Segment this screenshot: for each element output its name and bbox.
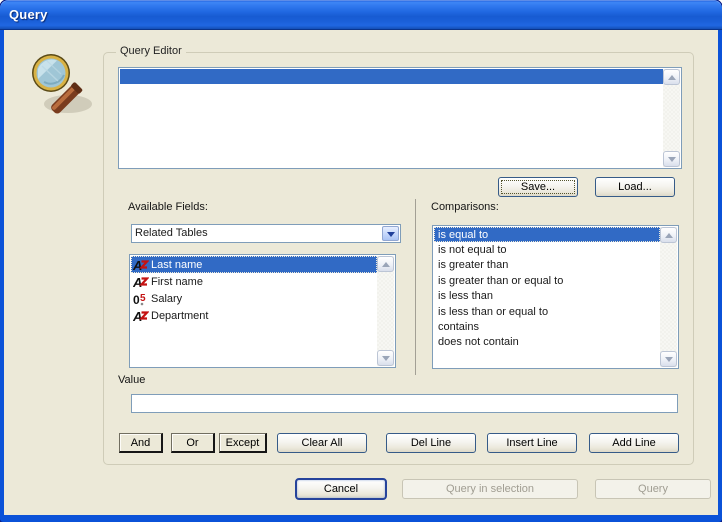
query-lines-scrollbar[interactable] <box>663 69 680 167</box>
load-button[interactable]: Load... <box>595 177 675 197</box>
comparison-label: does not contain <box>438 336 519 349</box>
comparison-row[interactable]: is less than or equal to <box>434 304 660 319</box>
field-name: Department <box>151 309 209 322</box>
scroll-up-arrow-icon <box>667 75 676 80</box>
dialog-body: Query Editor Save... Load... Available F… <box>4 30 718 515</box>
svg-text:A: A <box>133 309 142 323</box>
fields-rows: A Last name A First name 0 5 Salary A Department <box>131 256 377 366</box>
comparisons-rows: is equal to is not equal to is greater tha… <box>434 227 660 367</box>
query-editor-group-label: Query Editor <box>116 45 186 57</box>
tables-combobox[interactable]: Related Tables <box>131 224 401 243</box>
scroll-down-button[interactable] <box>663 151 680 167</box>
svg-text:A: A <box>133 258 142 272</box>
scroll-up-arrow-icon <box>664 233 673 238</box>
value-label: Value <box>118 374 146 386</box>
comparison-label: is less than <box>438 290 494 303</box>
comparison-row[interactable]: contains <box>434 319 660 334</box>
comparison-label: is greater than <box>438 259 509 272</box>
scroll-up-button[interactable] <box>663 69 680 85</box>
chevron-down-icon <box>386 232 395 237</box>
comparison-label: is not equal to <box>438 244 507 257</box>
cancel-button[interactable]: Cancel <box>295 478 387 500</box>
alpha-field-icon: A <box>133 258 149 272</box>
value-input[interactable] <box>131 394 678 413</box>
insert-line-button[interactable]: Insert Line <box>487 433 577 453</box>
field-name: First name <box>151 275 203 288</box>
comparison-row[interactable]: does not contain <box>434 335 660 350</box>
field-name: Last name <box>151 258 203 271</box>
svg-text:0: 0 <box>133 293 140 306</box>
scroll-down-arrow-icon <box>664 357 673 362</box>
comparison-row[interactable]: is less than <box>434 289 660 304</box>
scroll-down-button[interactable] <box>660 351 677 367</box>
comparison-label: is equal to <box>438 228 489 241</box>
query-line-selected-row[interactable] <box>120 69 663 84</box>
tables-combobox-value: Related Tables <box>135 227 208 239</box>
field-row[interactable]: A First name <box>131 273 377 290</box>
comparison-label: contains <box>438 321 479 334</box>
scroll-down-arrow-icon <box>667 157 676 162</box>
scroll-down-button[interactable] <box>377 350 394 366</box>
scroll-down-arrow-icon <box>381 356 390 361</box>
alpha-field-icon: A <box>133 309 149 323</box>
vertical-divider <box>415 199 416 375</box>
comparison-row[interactable]: is greater than or equal to <box>434 273 660 288</box>
svg-text:5: 5 <box>140 293 146 304</box>
except-button[interactable]: Except <box>219 433 267 453</box>
query-in-selection-button[interactable]: Query in selection <box>402 479 578 499</box>
field-row[interactable]: A Last name <box>131 256 377 273</box>
del-line-button[interactable]: Del Line <box>386 433 476 453</box>
comparison-row[interactable]: is greater than <box>434 258 660 273</box>
scroll-up-button[interactable] <box>377 256 394 272</box>
comparison-label: is greater than or equal to <box>438 274 564 287</box>
field-name: Salary <box>151 292 183 305</box>
comparisons-list[interactable]: is equal to is not equal to is greater tha… <box>432 225 679 369</box>
combobox-dropdown-button[interactable] <box>382 226 399 241</box>
scroll-up-button[interactable] <box>660 227 677 243</box>
comparisons-scrollbar[interactable] <box>660 227 677 367</box>
scroll-up-arrow-icon <box>381 262 390 267</box>
comparisons-label: Comparisons: <box>431 201 499 213</box>
or-button[interactable]: Or <box>171 433 215 453</box>
window-title: Query <box>9 7 48 22</box>
query-dialog: Query Query Editor Save... Load... Avail… <box>0 0 722 522</box>
alpha-field-icon: A <box>133 275 149 289</box>
fields-list[interactable]: A Last name A First name 0 5 Salary A Department <box>129 254 396 368</box>
numeric-field-icon: 05 <box>133 293 146 306</box>
save-button[interactable]: Save... <box>498 177 578 197</box>
magnifying-glass-icon <box>32 54 92 114</box>
comparison-row[interactable]: is equal to <box>434 227 660 243</box>
comparison-label: is less than or equal to <box>438 305 549 318</box>
query-lines-list[interactable] <box>118 67 682 169</box>
query-editor-group: Query Editor Save... Load... Available F… <box>103 45 694 465</box>
fields-scrollbar[interactable] <box>377 256 394 366</box>
available-fields-label: Available Fields: <box>128 201 208 213</box>
title-bar[interactable]: Query <box>0 0 722 30</box>
and-button[interactable]: And <box>119 433 163 453</box>
field-row[interactable]: 0 5 Salary <box>131 290 377 307</box>
clear-all-button[interactable]: Clear All <box>277 433 367 453</box>
comparison-row[interactable]: is not equal to <box>434 242 660 257</box>
svg-text:A: A <box>133 275 142 289</box>
field-row[interactable]: A Department <box>131 307 377 324</box>
add-line-button[interactable]: Add Line <box>589 433 679 453</box>
query-button[interactable]: Query <box>595 479 711 499</box>
